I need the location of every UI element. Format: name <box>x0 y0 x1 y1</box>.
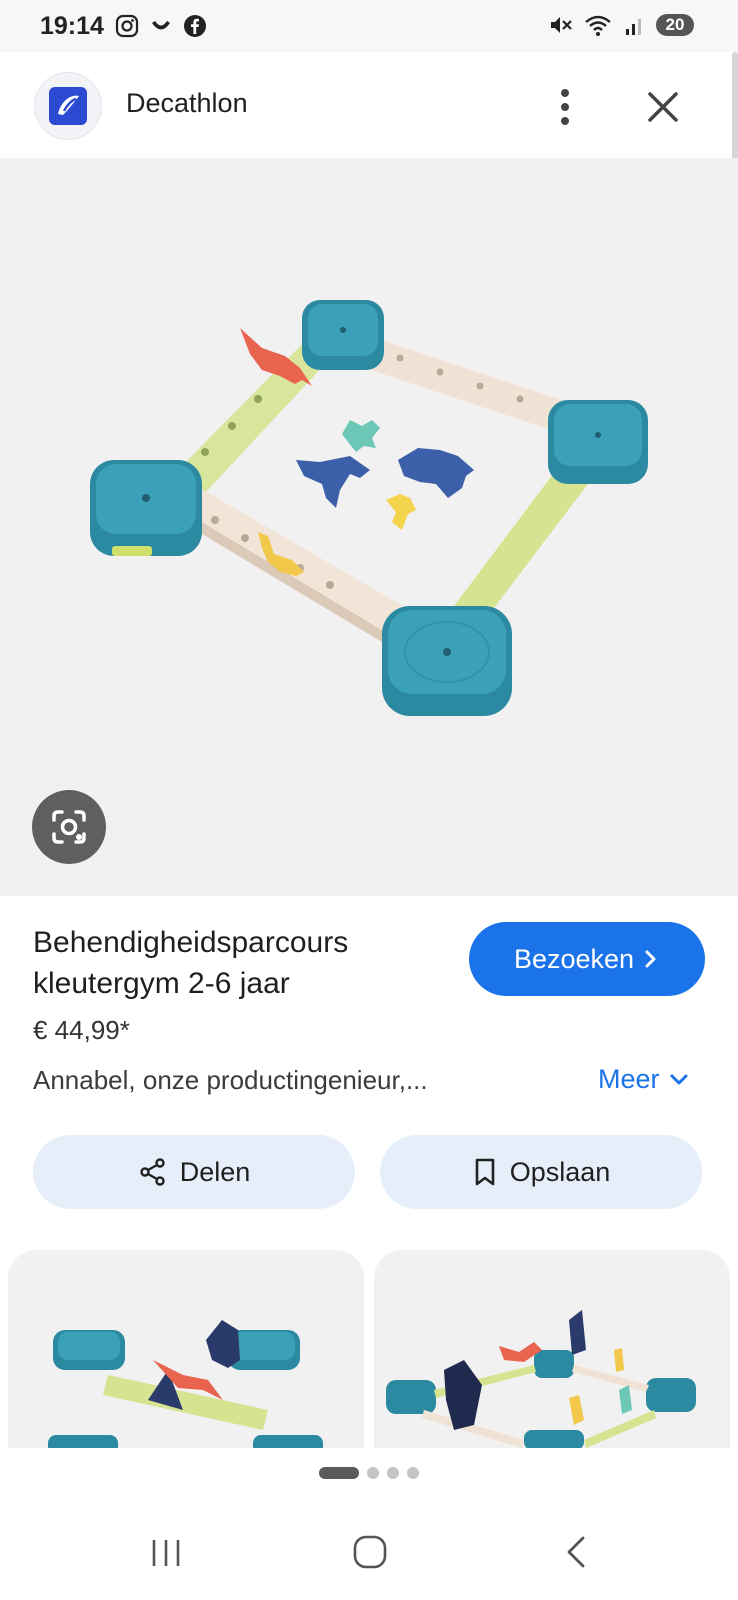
instagram-icon <box>115 14 139 38</box>
back-button[interactable] <box>562 1534 592 1575</box>
chevron-right-icon <box>645 950 656 968</box>
result-header: Decathlon <box>0 52 738 158</box>
share-button[interactable]: Delen <box>33 1135 355 1209</box>
mute-icon <box>551 17 572 33</box>
chevron-down-icon <box>670 1074 688 1084</box>
more-button[interactable]: Meer <box>598 1064 690 1095</box>
close-icon <box>648 92 678 122</box>
more-options-button[interactable] <box>540 82 590 132</box>
google-lens-button[interactable] <box>32 790 106 864</box>
home-button[interactable] <box>352 1534 388 1575</box>
recent-apps-icon <box>152 1540 180 1566</box>
wifi-icon <box>585 15 611 36</box>
pager-dot[interactable] <box>387 1467 399 1479</box>
corner-pod-top <box>302 300 384 370</box>
system-navigation-bar <box>0 1498 738 1600</box>
corner-pod-left <box>90 460 202 556</box>
status-indicators: 20 <box>548 13 694 37</box>
decathlon-logo-icon <box>58 95 79 115</box>
back-icon <box>567 1536 585 1568</box>
signal-icon <box>626 19 641 35</box>
save-button[interactable]: Opslaan <box>380 1135 702 1209</box>
product-image[interactable] <box>0 158 738 896</box>
notification-app-icon <box>152 21 170 30</box>
pager-dot[interactable] <box>367 1467 379 1479</box>
related-image-1[interactable] <box>8 1250 364 1450</box>
bookmark-icon <box>475 1158 495 1186</box>
carousel-pager <box>0 1448 738 1498</box>
corner-pod-bottom <box>382 606 512 716</box>
more-vert-icon <box>561 89 569 125</box>
brand-logo[interactable] <box>34 72 102 140</box>
battery-level: 20 <box>656 14 694 36</box>
related-image-2-illustration <box>386 1310 696 1450</box>
share-icon <box>140 1158 165 1186</box>
more-label: Meer <box>598 1064 660 1094</box>
product-price: € 44,99* <box>33 1015 130 1045</box>
facebook-icon <box>184 15 206 37</box>
product-title: Behendigheidsparcours kleutergym 2-6 jaa… <box>33 926 349 1000</box>
close-button[interactable] <box>638 82 688 132</box>
corner-pod-right <box>548 400 648 484</box>
home-icon <box>353 1535 387 1569</box>
related-image-1-illustration <box>48 1320 323 1450</box>
status-bar: 19:14 20 <box>0 0 738 52</box>
lens-icon <box>52 810 86 844</box>
brand-name: Decathlon <box>126 88 248 118</box>
yellow-bird-shape <box>386 494 416 530</box>
product-description: Annabel, onze productingenieur,... <box>33 1065 428 1095</box>
blue-shark-shape <box>296 456 370 508</box>
teal-butterfly-shape <box>342 420 380 452</box>
visit-button[interactable]: Bezoeken <box>469 922 705 996</box>
pager-dot-active[interactable] <box>319 1467 359 1479</box>
pager-dot[interactable] <box>407 1467 419 1479</box>
share-label: Delen <box>179 1156 251 1187</box>
recent-apps-button[interactable] <box>148 1536 184 1575</box>
status-app-icons <box>115 14 207 38</box>
status-time: 19:14 <box>40 12 104 40</box>
balance-course-illustration <box>90 300 648 716</box>
blue-whale-shape <box>398 448 474 498</box>
save-label: Opslaan <box>509 1156 611 1187</box>
visit-label: Bezoeken <box>513 943 635 974</box>
related-image-2[interactable] <box>374 1250 730 1450</box>
